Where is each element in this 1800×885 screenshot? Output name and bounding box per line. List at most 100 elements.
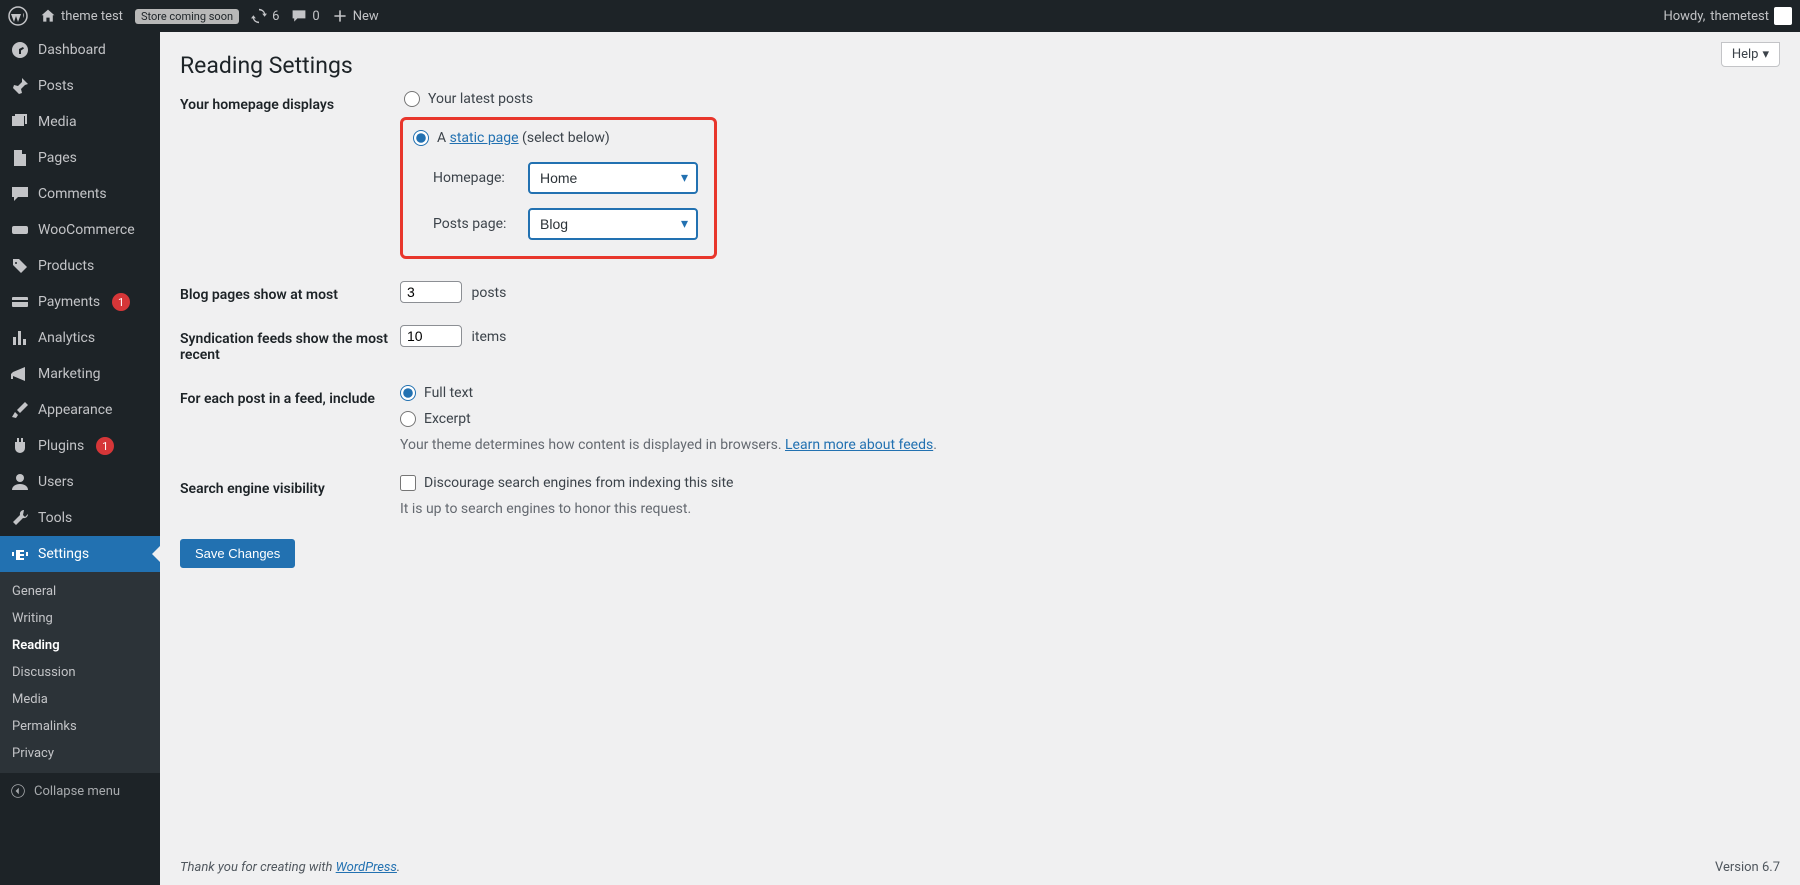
- posts-page-select-label: Posts page:: [433, 216, 518, 232]
- settings-icon: [10, 544, 30, 564]
- dashboard-icon: [10, 40, 30, 60]
- submenu-discussion[interactable]: Discussion: [0, 659, 160, 686]
- row-homepage-displays: Your homepage displays Your latest posts…: [180, 91, 1380, 259]
- comment-icon: [10, 184, 30, 204]
- radio-latest-posts[interactable]: [404, 91, 420, 107]
- comments-link[interactable]: 0: [291, 8, 319, 24]
- admin-bar: theme test Store coming soon 6 0 New How…: [0, 0, 1800, 32]
- page-title: Reading Settings: [180, 32, 1780, 91]
- syndication-input[interactable]: [400, 325, 462, 347]
- main-content: Help ▾ Reading Settings Your homepage di…: [160, 32, 1800, 885]
- static-page-link[interactable]: static page: [450, 130, 519, 146]
- comment-icon: [291, 8, 307, 24]
- submenu-media[interactable]: Media: [0, 686, 160, 713]
- updates-link[interactable]: 6: [251, 8, 279, 24]
- menu-users[interactable]: Users: [0, 464, 160, 500]
- wrench-icon: [10, 508, 30, 528]
- syndication-label: Syndication feeds show the most recent: [180, 325, 400, 363]
- submenu-privacy[interactable]: Privacy: [0, 740, 160, 767]
- radio-static-page-label: A static page (select below): [437, 130, 610, 146]
- wp-logo[interactable]: [8, 6, 28, 26]
- menu-woocommerce[interactable]: WooCommerce: [0, 212, 160, 248]
- admin-footer: Thank you for creating with WordPress. V…: [180, 860, 1780, 875]
- menu-comments[interactable]: Comments: [0, 176, 160, 212]
- new-link[interactable]: New: [332, 8, 379, 24]
- menu-label: Payments: [38, 294, 100, 310]
- pin-icon: [10, 76, 30, 96]
- collapse-label: Collapse menu: [34, 784, 120, 799]
- store-status-badge: Store coming soon: [135, 9, 239, 24]
- row-blog-pages: Blog pages show at most posts: [180, 281, 1380, 303]
- posts-page-select[interactable]: Blog: [528, 208, 698, 240]
- menu-appearance[interactable]: Appearance: [0, 392, 160, 428]
- page-icon: [10, 148, 30, 168]
- chevron-down-icon: ▾: [1762, 47, 1769, 62]
- radio-full-text[interactable]: [400, 385, 416, 401]
- radio-full-text-label: Full text: [424, 385, 473, 401]
- updates-count: 6: [272, 9, 279, 24]
- menu-plugins[interactable]: Plugins 1: [0, 428, 160, 464]
- row-feed-include: For each post in a feed, include Full te…: [180, 385, 1380, 453]
- submenu-general[interactable]: General: [0, 578, 160, 605]
- menu-label: Posts: [38, 78, 74, 94]
- payments-badge: 1: [112, 293, 130, 311]
- homepage-select-label: Homepage:: [433, 170, 518, 186]
- menu-media[interactable]: Media: [0, 104, 160, 140]
- user-name: themetest: [1710, 9, 1769, 24]
- collapse-icon: [10, 783, 26, 799]
- checkbox-discourage[interactable]: [400, 475, 416, 491]
- menu-label: Users: [38, 474, 74, 490]
- submenu-permalinks[interactable]: Permalinks: [0, 713, 160, 740]
- radio-static-page[interactable]: [413, 130, 429, 146]
- menu-label: Appearance: [38, 402, 112, 418]
- wordpress-link[interactable]: WordPress: [336, 860, 397, 875]
- menu-pages[interactable]: Pages: [0, 140, 160, 176]
- settings-submenu: General Writing Reading Discussion Media…: [0, 572, 160, 773]
- homepage-select[interactable]: Home: [528, 162, 698, 194]
- learn-feeds-link[interactable]: Learn more about feeds: [785, 437, 933, 453]
- footer-version: Version 6.7: [1715, 860, 1780, 875]
- menu-marketing[interactable]: Marketing: [0, 356, 160, 392]
- menu-tools[interactable]: Tools: [0, 500, 160, 536]
- submenu-reading[interactable]: Reading: [0, 632, 160, 659]
- save-button[interactable]: Save Changes: [180, 539, 295, 568]
- woocommerce-icon: [10, 220, 30, 240]
- menu-posts[interactable]: Posts: [0, 68, 160, 104]
- wordpress-icon: [8, 6, 28, 26]
- menu-label: Dashboard: [38, 42, 106, 58]
- collapse-menu[interactable]: Collapse menu: [0, 773, 160, 809]
- row-syndication: Syndication feeds show the most recent i…: [180, 325, 1380, 363]
- menu-label: Media: [38, 114, 77, 130]
- refresh-icon: [251, 8, 267, 24]
- new-label: New: [353, 9, 379, 24]
- submenu-writing[interactable]: Writing: [0, 605, 160, 632]
- feed-description: Your theme determines how content is dis…: [400, 437, 1380, 453]
- menu-dashboard[interactable]: Dashboard: [0, 32, 160, 68]
- help-tab[interactable]: Help ▾: [1721, 42, 1780, 67]
- media-icon: [10, 112, 30, 132]
- avatar: [1774, 7, 1792, 25]
- plugins-badge: 1: [96, 437, 114, 455]
- menu-products[interactable]: Products: [0, 248, 160, 284]
- menu-label: Plugins: [38, 438, 84, 454]
- menu-payments[interactable]: Payments 1: [0, 284, 160, 320]
- footer-thanks: Thank you for creating with WordPress.: [180, 860, 400, 875]
- help-label: Help: [1732, 47, 1759, 62]
- radio-latest-posts-label: Your latest posts: [428, 91, 533, 107]
- menu-analytics[interactable]: Analytics: [0, 320, 160, 356]
- menu-settings[interactable]: Settings: [0, 536, 160, 572]
- homepage-displays-label: Your homepage displays: [180, 91, 400, 113]
- blog-pages-label: Blog pages show at most: [180, 281, 400, 303]
- site-link[interactable]: theme test: [40, 8, 123, 24]
- account-link[interactable]: Howdy, themetest: [1663, 7, 1792, 25]
- radio-excerpt-label: Excerpt: [424, 411, 471, 427]
- items-suffix: items: [471, 329, 506, 345]
- search-visibility-label: Search engine visibility: [180, 475, 400, 497]
- radio-excerpt[interactable]: [400, 411, 416, 427]
- analytics-icon: [10, 328, 30, 348]
- row-search-visibility: Search engine visibility Discourage sear…: [180, 475, 1380, 517]
- marketing-icon: [10, 364, 30, 384]
- blog-pages-input[interactable]: [400, 281, 462, 303]
- comments-count: 0: [312, 9, 319, 24]
- howdy-prefix: Howdy,: [1663, 9, 1705, 24]
